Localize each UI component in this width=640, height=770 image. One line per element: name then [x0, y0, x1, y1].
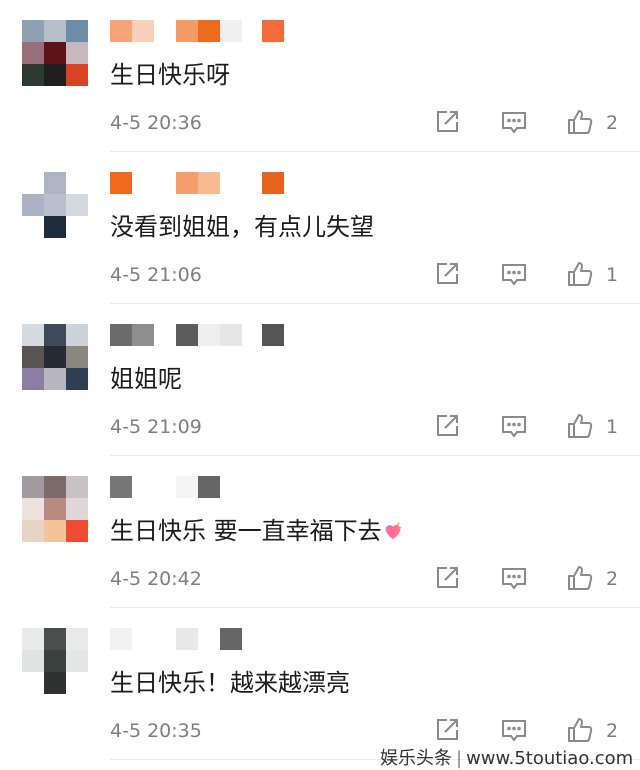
reply-icon[interactable]	[500, 412, 530, 442]
like-count: 2	[606, 568, 619, 590]
watermark-url: www.5toutiao.com	[466, 748, 634, 769]
avatar[interactable]	[22, 172, 88, 238]
comment-text: 生日快乐 要一直幸福下去	[110, 514, 404, 548]
like-icon[interactable]	[566, 412, 596, 442]
like-icon[interactable]	[566, 108, 596, 138]
comment-item: 生日快乐 要一直幸福下去 4-5 20:42 2	[0, 456, 640, 608]
comment-time: 4-5 20:36	[110, 112, 202, 134]
comment-time: 4-5 20:35	[110, 720, 202, 742]
heart-emoji-icon	[382, 517, 404, 540]
comment-time: 4-5 20:42	[110, 568, 202, 590]
comment-text: 姐姐呢	[110, 365, 182, 393]
like-count: 1	[606, 416, 619, 438]
like-icon[interactable]	[566, 716, 596, 746]
like-count: 2	[606, 720, 619, 742]
comment-item: 没看到姐姐，有点儿失望 4-5 21:06 1	[0, 152, 640, 304]
share-icon[interactable]	[433, 412, 463, 442]
comment-text: 生日快乐！越来越漂亮	[110, 669, 350, 697]
like-count: 1	[606, 264, 619, 286]
comment-item: 生日快乐呀 4-5 20:36 2	[0, 0, 640, 152]
watermark-separator: |	[456, 748, 463, 769]
comment-item: 生日快乐！越来越漂亮 4-5 20:35 2	[0, 608, 640, 760]
reply-icon[interactable]	[500, 564, 530, 594]
username-pixelated[interactable]	[110, 628, 310, 650]
comment-text: 生日快乐呀	[110, 61, 230, 89]
share-icon[interactable]	[433, 564, 463, 594]
reply-icon[interactable]	[500, 108, 530, 138]
share-icon[interactable]	[433, 260, 463, 290]
like-icon[interactable]	[566, 564, 596, 594]
avatar[interactable]	[22, 20, 88, 86]
username-pixelated[interactable]	[110, 20, 310, 42]
comment-text: 没看到姐姐，有点儿失望	[110, 213, 374, 241]
comment-item: 姐姐呢 4-5 21:09 1	[0, 304, 640, 456]
watermark-brand: 娱乐头条	[380, 748, 452, 769]
username-pixelated[interactable]	[110, 324, 310, 346]
comment-time: 4-5 21:06	[110, 264, 202, 286]
reply-icon[interactable]	[500, 716, 530, 746]
share-icon[interactable]	[433, 716, 463, 746]
username-pixelated[interactable]	[110, 476, 310, 498]
like-count: 2	[606, 112, 619, 134]
watermark: 娱乐头条 | www.5toutiao.com	[380, 744, 633, 770]
username-pixelated[interactable]	[110, 172, 310, 194]
comment-time: 4-5 21:09	[110, 416, 202, 438]
avatar[interactable]	[22, 628, 88, 694]
reply-icon[interactable]	[500, 260, 530, 290]
avatar[interactable]	[22, 324, 88, 390]
avatar[interactable]	[22, 476, 88, 542]
share-icon[interactable]	[433, 108, 463, 138]
like-icon[interactable]	[566, 260, 596, 290]
